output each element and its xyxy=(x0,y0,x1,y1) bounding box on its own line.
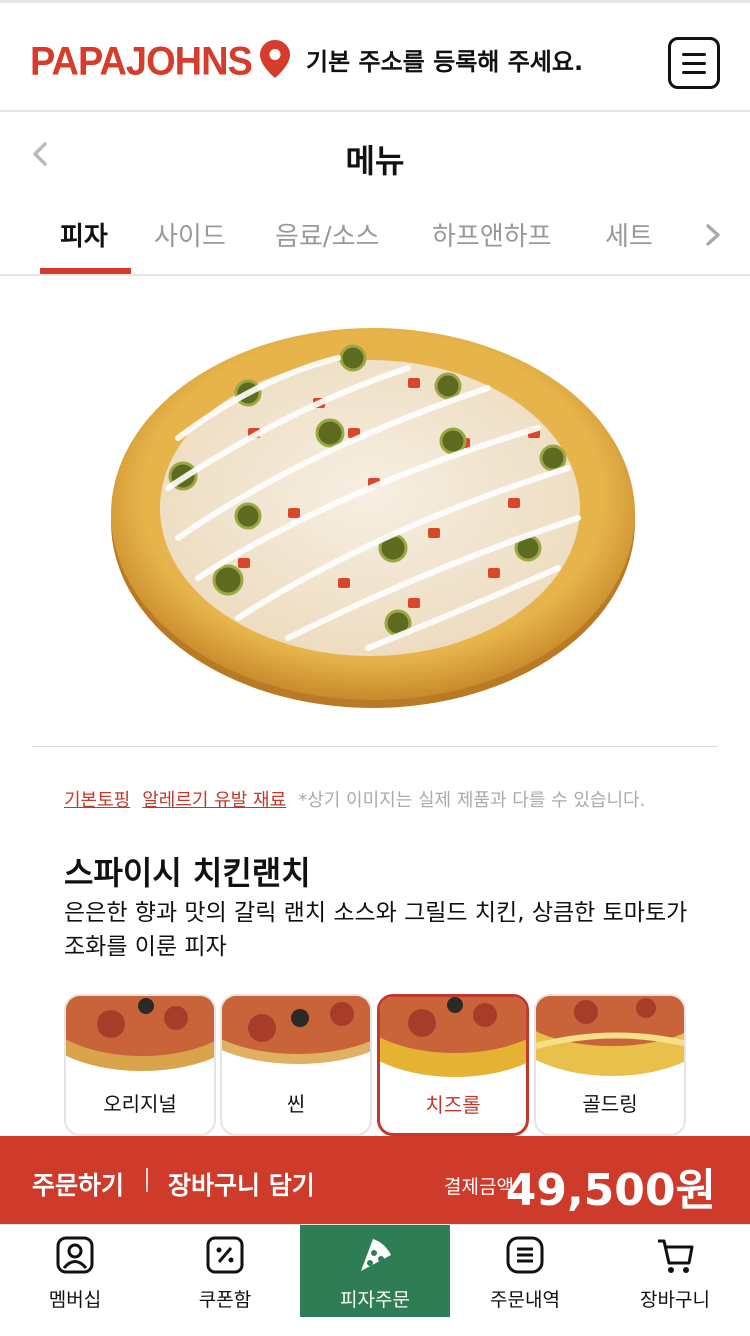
location-pin-icon xyxy=(260,40,290,78)
nav-cart[interactable]: 장바구니 xyxy=(600,1225,750,1317)
add-to-cart-button[interactable]: 장바구니 담기 xyxy=(168,1166,315,1202)
tab-side[interactable]: 사이드 xyxy=(154,216,226,253)
order-bar: 주문하기 장바구니 담기 결제금액 49,500원 xyxy=(0,1136,750,1224)
nav-label: 쿠폰함 xyxy=(198,1289,252,1311)
allergen-link[interactable]: 알레르기 유발 재료 xyxy=(142,786,286,812)
divider xyxy=(32,746,718,747)
crust-cheese-roll-image xyxy=(380,997,526,1077)
divider xyxy=(146,1168,148,1192)
title-bar: 메뉴 xyxy=(0,112,750,196)
crust-gold-ring-image xyxy=(536,996,684,1076)
tabs-next-chevron-icon[interactable] xyxy=(704,222,722,248)
product-info-links: 기본토핑 알레르기 유발 재료 *상기 이미지는 실제 제품과 다를 수 있습니… xyxy=(64,786,645,812)
crust-option-thin[interactable]: 씬 xyxy=(220,994,372,1136)
category-tabs: 피자 사이드 음료/소스 하프앤하프 세트 xyxy=(0,196,750,276)
product-description: 은은한 향과 맛의 갈릭 랜치 소스와 그릴드 치킨, 상큼한 토마토가 조화를… xyxy=(64,900,688,960)
crust-option-gold-ring[interactable]: 골드링 xyxy=(534,994,686,1136)
product-name: 스파이시 치킨랜치 xyxy=(64,854,311,892)
hamburger-line xyxy=(682,70,706,74)
crust-option-original[interactable]: 오리지널 xyxy=(64,994,216,1136)
crust-original-image xyxy=(66,996,214,1076)
brand-logo[interactable]: PAPAJOHNS xyxy=(30,40,253,85)
tab-drink-sauce[interactable]: 음료/소스 xyxy=(275,216,379,253)
nav-label: 멤버십 xyxy=(48,1289,102,1311)
tab-set[interactable]: 세트 xyxy=(605,216,653,253)
nav-label: 주문내역 xyxy=(490,1289,560,1311)
nav-coupons[interactable]: 쿠폰함 xyxy=(150,1225,300,1317)
hamburger-line xyxy=(682,52,706,56)
bottom-navigation: 멤버십 쿠폰함 피자주문 주문내역 장바구니 xyxy=(0,1224,750,1336)
pizza-slice-icon xyxy=(361,1239,391,1271)
address-prompt: 기본 주소를 등록해 주세요. xyxy=(306,47,584,76)
crust-label: 씬 xyxy=(286,1092,306,1116)
payment-amount-label: 결제금액 xyxy=(444,1176,514,1198)
nav-label: 피자주문 xyxy=(340,1289,410,1311)
membership-icon xyxy=(56,1236,94,1274)
tab-half-and-half[interactable]: 하프앤하프 xyxy=(432,216,552,253)
basic-topping-link[interactable]: 기본토핑 xyxy=(64,786,130,812)
order-button[interactable]: 주문하기 xyxy=(32,1166,124,1202)
hamburger-line xyxy=(682,61,706,65)
image-disclaimer: *상기 이미지는 실제 제품과 다를 수 있습니다. xyxy=(298,790,646,811)
hamburger-menu-button[interactable] xyxy=(668,37,720,89)
nav-membership[interactable]: 멤버십 xyxy=(0,1225,150,1317)
top-header: PAPAJOHNS 기본 주소를 등록해 주세요. xyxy=(0,0,750,112)
crust-option-cheese-roll[interactable]: 치즈롤 xyxy=(377,994,529,1136)
nav-pizza-order[interactable]: 피자주문 xyxy=(300,1225,450,1317)
nav-order-history[interactable]: 주문내역 xyxy=(450,1225,600,1317)
crust-label: 오리지널 xyxy=(103,1092,177,1116)
crust-thin-image xyxy=(222,996,370,1076)
crust-label: 골드링 xyxy=(582,1092,638,1116)
crust-label: 치즈롤 xyxy=(425,1093,481,1117)
cart-icon xyxy=(658,1239,694,1273)
active-tab-indicator xyxy=(40,268,131,274)
payment-amount: 49,500원 xyxy=(505,1165,716,1216)
pizza-image xyxy=(111,328,635,708)
page-title: 메뉴 xyxy=(345,142,405,180)
tab-pizza[interactable]: 피자 xyxy=(60,216,108,253)
order-history-icon xyxy=(506,1236,544,1274)
page: PAPAJOHNS 기본 주소를 등록해 주세요. 메뉴 피자 사이드 음료/소… xyxy=(0,0,750,1336)
coupon-icon xyxy=(206,1236,244,1274)
nav-label: 장바구니 xyxy=(640,1289,710,1311)
address-selector[interactable]: 기본 주소를 등록해 주세요. xyxy=(258,39,583,79)
